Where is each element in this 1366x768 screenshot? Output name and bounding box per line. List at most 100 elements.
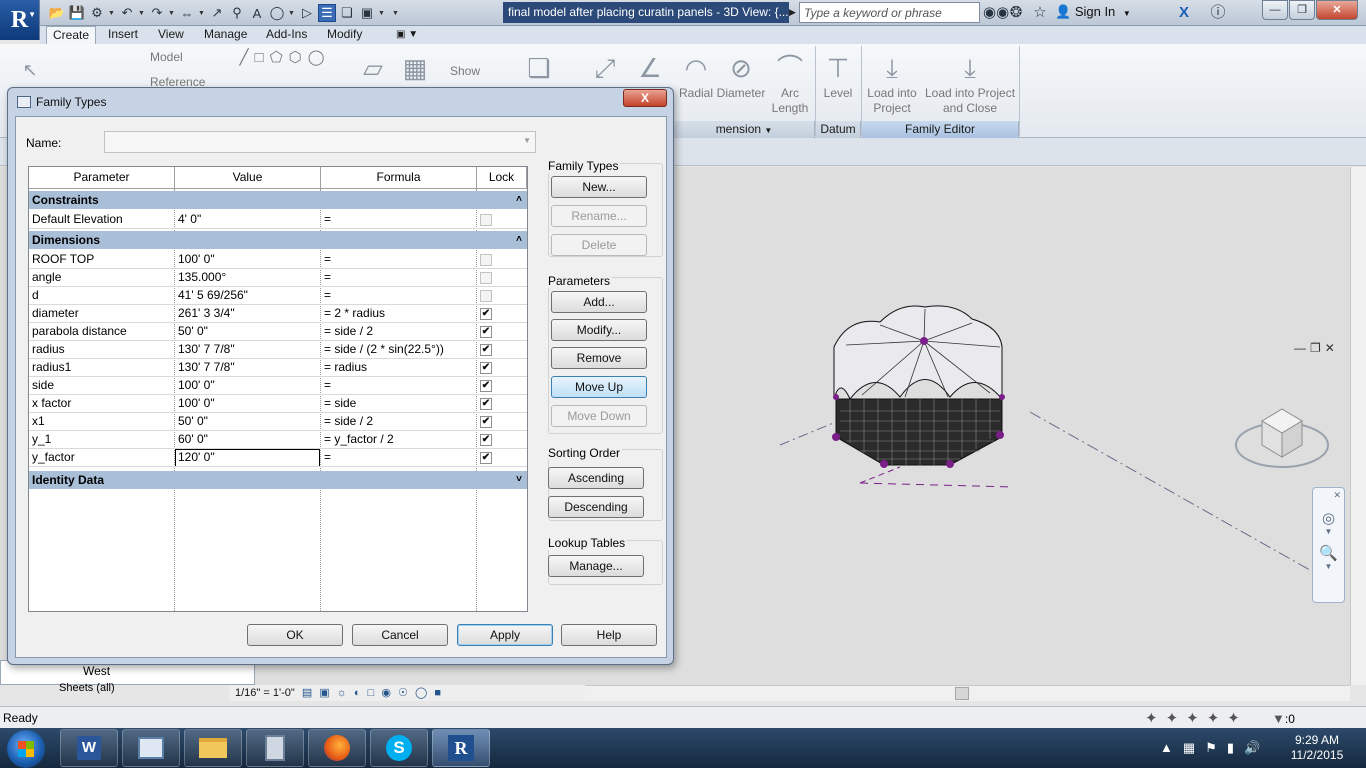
- show-workplane-button[interactable]: Show: [438, 64, 492, 79]
- detail-level-icon[interactable]: ▤: [302, 687, 312, 699]
- tab-create[interactable]: Create: [46, 26, 97, 44]
- restore-button[interactable]: ❐: [1289, 0, 1315, 20]
- action-center-icon[interactable]: ⚑: [1205, 740, 1227, 755]
- lock-checkbox[interactable]: ✔: [480, 326, 492, 338]
- parameter-row[interactable]: side 100' 0" = ✔: [29, 377, 527, 395]
- select-cursor-icon[interactable]: ↖: [20, 50, 40, 88]
- arc-length-button[interactable]: ⌒ Arc Length: [767, 48, 813, 116]
- crop-view-icon[interactable]: □: [368, 687, 375, 699]
- parameter-formula[interactable]: = y_factor / 2: [321, 431, 476, 449]
- qat-customize-icon[interactable]: ▼: [392, 10, 400, 17]
- parameter-formula[interactable]: = side: [321, 395, 476, 413]
- taskbar-revit[interactable]: R: [432, 729, 490, 767]
- save-icon[interactable]: 💾: [68, 4, 86, 22]
- parameter-value[interactable]: 41' 5 69/256": [175, 287, 320, 305]
- move-down-button[interactable]: Move Down: [551, 405, 647, 427]
- taskbar-calculator[interactable]: [246, 729, 304, 767]
- application-menu-button[interactable]: R ▼: [0, 0, 40, 40]
- manage-lookup-button[interactable]: Manage...: [548, 555, 644, 577]
- windows-icon[interactable]: ▦: [1183, 740, 1205, 755]
- collapse-icon[interactable]: ˄: [516, 231, 522, 249]
- load-into-project-button[interactable]: ⤓ Load into Project: [862, 48, 922, 116]
- undo-icon[interactable]: ↶: [118, 4, 136, 22]
- parameter-value[interactable]: 50' 0": [175, 323, 320, 341]
- lock-checkbox[interactable]: ✔: [480, 398, 492, 410]
- favorites-star-icon[interactable]: ☆: [1030, 3, 1050, 23]
- close-icon[interactable]: ✕: [1313, 490, 1344, 501]
- subscription-icon[interactable]: ❂: [1006, 3, 1026, 23]
- lock-checkbox[interactable]: ✔: [480, 362, 492, 374]
- minimize-button[interactable]: —: [1262, 0, 1288, 20]
- view-window-controls[interactable]: —❐✕: [1294, 341, 1339, 355]
- set-workplane-icon[interactable]: ▱: [355, 48, 391, 86]
- taskbar-firefox[interactable]: [308, 729, 366, 767]
- zoom-icon[interactable]: 🔍: [1313, 544, 1344, 562]
- parameter-row[interactable]: ROOF TOP 100' 0" =: [29, 251, 527, 269]
- descending-button[interactable]: Descending: [548, 496, 644, 518]
- sync-icon[interactable]: ⚙: [88, 4, 106, 22]
- taskbar-explorer[interactable]: [184, 729, 242, 767]
- scroll-thumb[interactable]: [955, 687, 969, 700]
- parameter-group-header[interactable]: Constraints ˄: [29, 191, 527, 209]
- parameter-value[interactable]: 60' 0": [175, 431, 320, 449]
- browser-item-sheets[interactable]: Sheets (all): [59, 682, 115, 694]
- steering-wheel-icon[interactable]: ◎: [1313, 509, 1344, 527]
- parameter-value[interactable]: 100' 0": [175, 395, 320, 413]
- parameter-formula[interactable]: = radius: [321, 359, 476, 377]
- aligned-dimension-button[interactable]: ⤢: [585, 48, 625, 86]
- radial-dimension-button[interactable]: ◠ Radial: [676, 48, 716, 101]
- parameter-row[interactable]: x factor 100' 0" = side ✔: [29, 395, 527, 413]
- lock-checkbox[interactable]: [480, 290, 492, 302]
- tab-modify[interactable]: Modify: [321, 26, 368, 44]
- parameter-row[interactable]: angle 135.000° =: [29, 269, 527, 287]
- taskbar-skype[interactable]: S: [370, 729, 428, 767]
- workplane-grid-icon[interactable]: ▦: [398, 48, 432, 86]
- remove-parameter-button[interactable]: Remove: [551, 347, 647, 369]
- taskbar-remote-desktop[interactable]: [122, 729, 180, 767]
- load-into-project-close-button[interactable]: ⤓ Load into Project and Close: [922, 48, 1018, 116]
- parameter-value[interactable]: 100' 0": [175, 377, 320, 395]
- default-3d-view-icon[interactable]: ◯: [268, 4, 286, 22]
- network-icon[interactable]: ▮: [1227, 740, 1244, 755]
- parameter-row[interactable]: Default Elevation 4' 0" =: [29, 211, 527, 229]
- parameter-formula[interactable]: = 2 * radius: [321, 305, 476, 323]
- parameter-value[interactable]: 100' 0": [175, 251, 320, 269]
- add-parameter-button[interactable]: Add...: [551, 291, 647, 313]
- parameter-group-header[interactable]: Identity Data ˅: [29, 471, 527, 489]
- lock-checkbox[interactable]: ✔: [480, 452, 492, 464]
- visual-style-icon[interactable]: ▣: [319, 687, 329, 699]
- parameter-formula[interactable]: =: [321, 287, 476, 305]
- thin-lines-icon[interactable]: ☰: [318, 4, 336, 22]
- level-button[interactable]: ⊤ Level: [817, 48, 859, 101]
- parameter-formula[interactable]: = side / 2: [321, 323, 476, 341]
- collapse-icon[interactable]: ˄: [516, 191, 522, 209]
- chevron-down-icon[interactable]: ▼: [1313, 562, 1344, 571]
- dimension-panel-label[interactable]: mension ▼: [674, 121, 815, 138]
- parameter-row[interactable]: d 41' 5 69/256" =: [29, 287, 527, 305]
- modify-parameter-button[interactable]: Modify...: [551, 319, 647, 341]
- parameter-value[interactable]: 50' 0": [175, 413, 320, 431]
- ok-button[interactable]: OK: [247, 624, 343, 646]
- model-line-button[interactable]: Model: [150, 50, 210, 65]
- move-up-button[interactable]: Move Up: [551, 376, 647, 398]
- filter-count[interactable]: ▼:0: [1272, 711, 1295, 726]
- diameter-dimension-button[interactable]: ⊘ Diameter: [714, 48, 768, 101]
- dialog-close-button[interactable]: X: [623, 89, 667, 107]
- draw-shapes-gallery[interactable]: ╱□⬠⬡◯: [230, 50, 340, 65]
- close-hidden-windows-icon[interactable]: ❏: [338, 4, 356, 22]
- parameter-formula[interactable]: =: [321, 251, 476, 269]
- close-app-button[interactable]: ✕: [1316, 0, 1358, 20]
- parameter-value[interactable]: 130' 7 7/8": [175, 359, 320, 377]
- redo-dropdown-icon[interactable]: ▼: [168, 10, 176, 17]
- search-input[interactable]: Type a keyword or phrase: [799, 2, 980, 23]
- sync-dropdown-icon[interactable]: ▼: [108, 10, 116, 17]
- new-type-button[interactable]: New...: [551, 176, 647, 198]
- parameter-row[interactable]: y_factor 120' 0" = ✔: [29, 449, 527, 467]
- parameter-formula[interactable]: = side / (2 * sin(22.5°)): [321, 341, 476, 359]
- clock[interactable]: 9:29 AM 11/2/2015: [1282, 733, 1352, 763]
- parameter-row[interactable]: y_1 60' 0" = y_factor / 2 ✔: [29, 431, 527, 449]
- lock-3d-view-icon[interactable]: ◯: [415, 687, 427, 699]
- measure-dropdown-icon[interactable]: ▼: [198, 10, 206, 17]
- sun-path-icon[interactable]: ☼: [337, 687, 347, 699]
- lock-checkbox[interactable]: ✔: [480, 344, 492, 356]
